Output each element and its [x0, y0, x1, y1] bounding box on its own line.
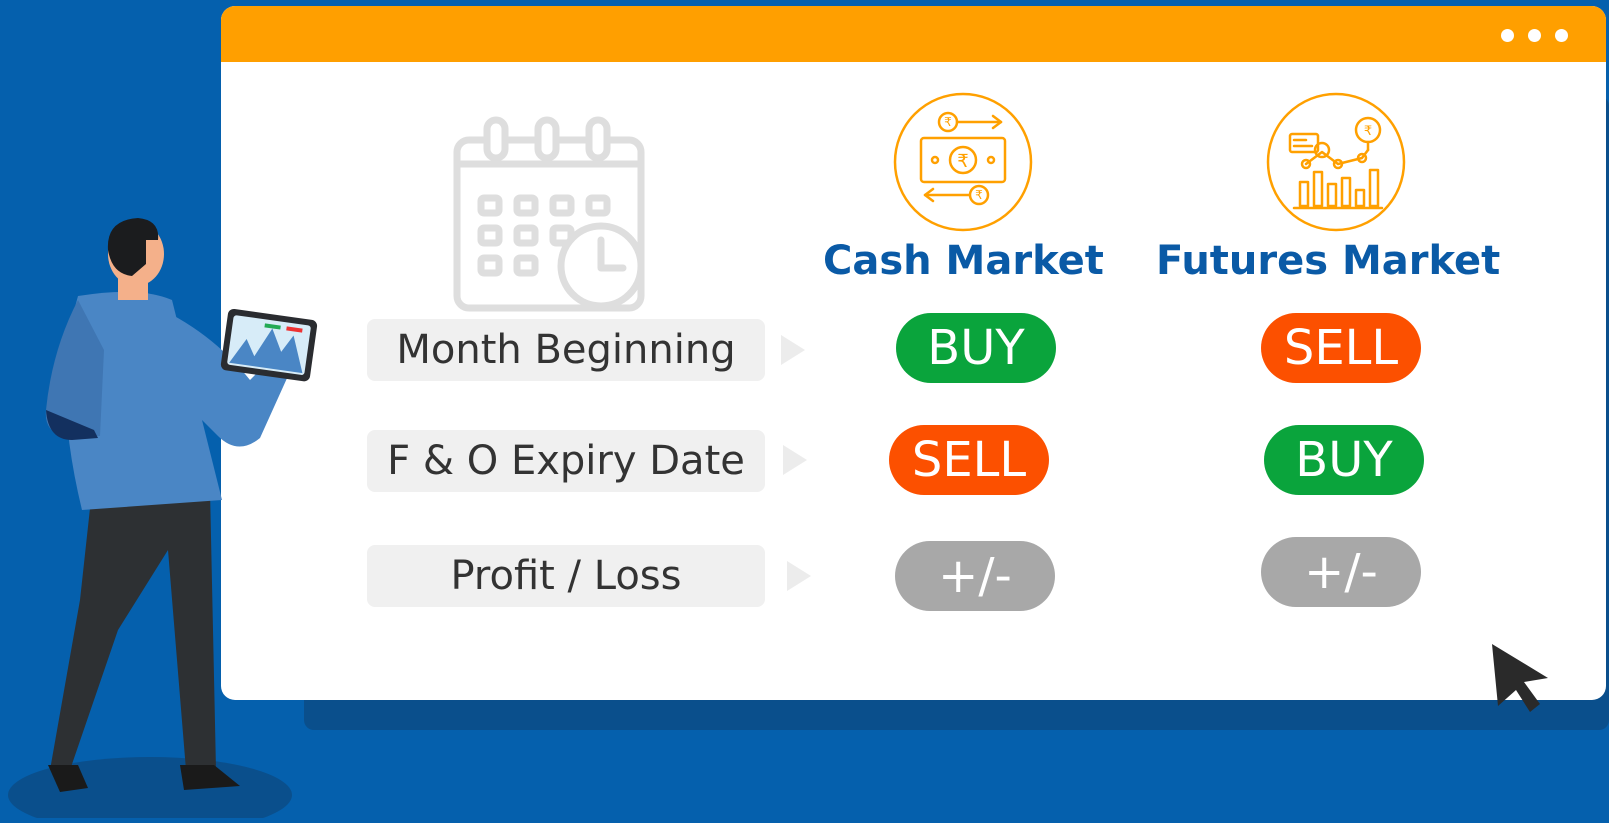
futures-profit-loss-badge: +/- [1261, 537, 1421, 607]
cash-month-beginning-badge: BUY [896, 313, 1056, 383]
cash-profit-loss-badge: +/- [895, 541, 1055, 611]
three-dots-icon[interactable] [1501, 29, 1568, 42]
cash-expiry-badge: SELL [889, 425, 1049, 495]
row-label-month-beginning: Month Beginning [367, 319, 765, 381]
svg-text:₹: ₹ [1364, 124, 1372, 139]
row-arrow-icon [787, 561, 811, 591]
row-arrow-icon [781, 335, 805, 365]
window-titlebar [221, 6, 1606, 62]
cash-market-title: Cash Market [823, 238, 1104, 284]
futures-month-beginning-badge: SELL [1261, 313, 1421, 383]
row-arrow-icon [783, 445, 807, 475]
futures-expiry-badge: BUY [1264, 425, 1424, 495]
calendar-clock-icon [453, 116, 653, 321]
person-with-tablet-illustration [0, 200, 340, 823]
market-chart-icon: ₹ [1266, 92, 1406, 237]
row-label-profit-loss: Profit / Loss [367, 545, 765, 607]
svg-text:₹: ₹ [957, 151, 968, 172]
mouse-pointer-icon [1488, 640, 1558, 720]
svg-text:₹: ₹ [975, 188, 983, 202]
futures-market-title: Futures Market [1156, 238, 1501, 284]
rupee-exchange-icon: ₹ ₹ ₹ [893, 92, 1033, 237]
svg-text:₹: ₹ [944, 115, 952, 129]
row-label-expiry-date: F & O Expiry Date [367, 430, 765, 492]
app-window: ₹ ₹ ₹ ₹ Cash Market Futures Market Month… [221, 6, 1606, 700]
